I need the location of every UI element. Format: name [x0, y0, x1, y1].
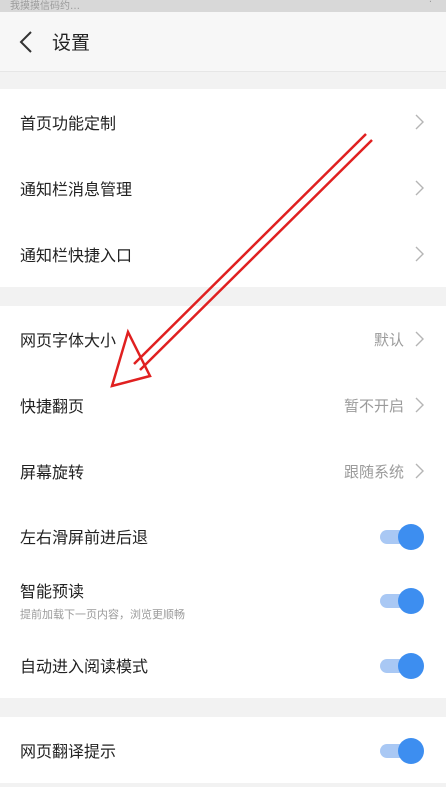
chevron-right-icon [415, 114, 424, 130]
chevron-right-icon [415, 463, 424, 479]
auto-reader-mode-toggle[interactable] [380, 653, 424, 679]
setting-translate-prompt: 网页翻译提示 [0, 717, 446, 783]
translate-prompt-toggle[interactable] [380, 738, 424, 764]
status-bar-right-text: · [428, 0, 432, 8]
setting-label: 快捷翻页 [20, 397, 85, 416]
setting-label: 网页字体大小 [20, 331, 117, 350]
back-button[interactable] [0, 12, 52, 72]
setting-value: 暂不开启 [343, 396, 404, 415]
setting-description: 提前加载下一页内容，浏览更顺畅 [20, 608, 185, 621]
setting-text-block: 智能预读 提前加载下一页内容，浏览更顺畅 [20, 578, 380, 622]
section-gap [0, 72, 446, 89]
toggle-knob [398, 588, 424, 614]
setting-label: 首页功能定制 [20, 114, 117, 133]
settings-group-2: 网页字体大小 默认 快捷翻页 暂不开启 屏幕旋转 跟随系统 左右滑屏前进后退 智… [0, 306, 446, 698]
swipe-navigation-toggle[interactable] [380, 524, 424, 550]
header: 设置 [0, 12, 446, 72]
settings-group-3: 网页翻译提示 [0, 717, 446, 783]
toggle-knob [398, 653, 424, 679]
setting-font-size[interactable]: 网页字体大小 默认 [0, 306, 446, 372]
section-gap [0, 287, 446, 306]
setting-label: 自动进入阅读模式 [20, 657, 149, 676]
setting-value: 默认 [373, 330, 404, 349]
chevron-right-icon [415, 180, 424, 196]
setting-label: 网页翻译提示 [20, 742, 117, 761]
chevron-right-icon [415, 397, 424, 413]
setting-smart-preload: 智能预读 提前加载下一页内容，浏览更顺畅 [0, 568, 446, 632]
chevron-left-icon [19, 30, 32, 53]
smart-preload-toggle[interactable] [380, 588, 424, 614]
setting-notification-shortcut[interactable]: 通知栏快捷入口 [0, 221, 446, 287]
setting-label: 智能预读 [20, 582, 85, 601]
chevron-right-icon [415, 246, 424, 262]
setting-homepage-customize[interactable]: 首页功能定制 [0, 89, 446, 155]
status-bar: 我摸摸信码约… · [0, 0, 446, 12]
setting-label: 通知栏消息管理 [20, 180, 133, 199]
toggle-knob [398, 738, 424, 764]
setting-label: 左右滑屏前进后退 [20, 528, 149, 547]
setting-notification-manage[interactable]: 通知栏消息管理 [0, 155, 446, 221]
status-bar-left-text: 我摸摸信码约… [10, 1, 80, 12]
setting-value: 跟随系统 [343, 462, 404, 481]
setting-auto-reader-mode: 自动进入阅读模式 [0, 632, 446, 698]
setting-label: 通知栏快捷入口 [20, 246, 133, 265]
chevron-right-icon [415, 331, 424, 347]
toggle-knob [398, 524, 424, 550]
page-title: 设置 [52, 32, 91, 54]
setting-quick-page-turn[interactable]: 快捷翻页 暂不开启 [0, 372, 446, 438]
setting-screen-rotation[interactable]: 屏幕旋转 跟随系统 [0, 438, 446, 504]
section-gap [0, 698, 446, 717]
setting-swipe-navigation: 左右滑屏前进后退 [0, 504, 446, 568]
settings-group-1: 首页功能定制 通知栏消息管理 通知栏快捷入口 [0, 89, 446, 287]
setting-label: 屏幕旋转 [20, 463, 85, 482]
